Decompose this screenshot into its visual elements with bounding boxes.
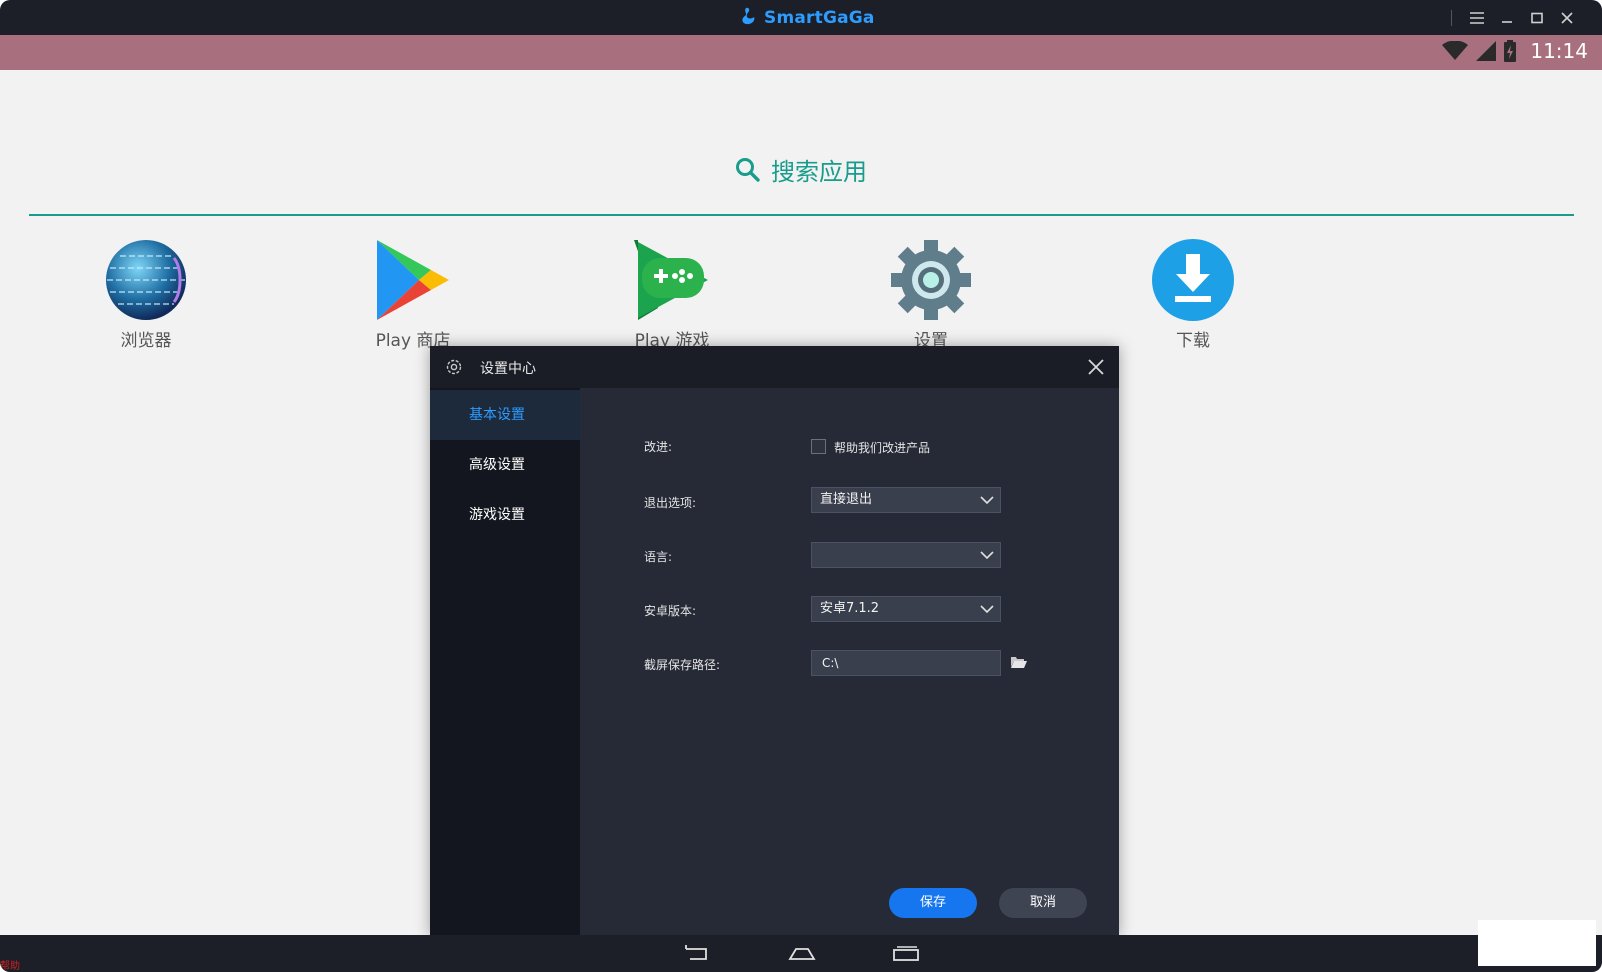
brand-name: SmartGaGa <box>764 8 875 28</box>
home-icon <box>788 948 816 960</box>
minimize-icon <box>1502 20 1512 23</box>
app-label: 下载 <box>1176 331 1210 351</box>
browse-folder-button[interactable] <box>1010 654 1028 673</box>
close-icon <box>1088 359 1104 375</box>
app-downloads[interactable]: 下载 <box>1118 238 1268 351</box>
language-label: 语言: <box>644 550 673 564</box>
maximize-button[interactable] <box>1522 0 1552 35</box>
app-settings[interactable]: 设置 <box>856 238 1006 351</box>
clock: 11:14 <box>1530 39 1588 63</box>
cancel-button[interactable]: 取消 <box>999 888 1087 918</box>
search-label: 搜索应用 <box>771 158 867 186</box>
settings-sidebar: 基本设置 高级设置 游戏设置 <box>430 388 580 936</box>
back-icon <box>685 945 707 960</box>
save-button[interactable]: 保存 <box>889 888 977 918</box>
minimize-button[interactable] <box>1492 0 1522 35</box>
android-version-select[interactable]: 安卓7.1.2 <box>811 596 1001 622</box>
corner-text: 帮助 <box>0 961 20 972</box>
swan-logo-icon <box>740 6 758 30</box>
chevron-down-icon <box>980 496 994 505</box>
improve-checkbox[interactable] <box>811 439 826 454</box>
search-apps[interactable]: 搜索应用 <box>735 152 867 187</box>
emulator-window: SmartGaGa 11:14 搜索应用 浏览器 Play 商店 Play 游戏… <box>0 0 1602 972</box>
settings-gear-icon <box>446 359 462 375</box>
android-version-value: 安卓7.1.2 <box>820 601 880 616</box>
search-icon <box>736 157 760 182</box>
globe-icon <box>106 240 186 320</box>
chevron-down-icon <box>980 605 994 614</box>
recents-button[interactable] <box>892 943 920 967</box>
dialog-header: 设置中心 <box>430 346 1119 388</box>
close-icon <box>1561 11 1573 24</box>
exit-option-value: 直接退出 <box>820 492 873 507</box>
tab-advanced-settings[interactable]: 高级设置 <box>430 440 580 490</box>
tab-basic-settings[interactable]: 基本设置 <box>430 390 580 440</box>
signal-icon <box>1476 41 1497 61</box>
wifi-icon <box>1442 41 1469 60</box>
play-store-icon <box>377 240 449 320</box>
home-button[interactable] <box>788 943 816 967</box>
improve-checkbox-label[interactable]: 帮助我们改进产品 <box>834 439 930 456</box>
app-play-games[interactable]: Play 游戏 <box>597 238 747 351</box>
menu-icon <box>1470 11 1484 24</box>
android-nav-bar <box>0 935 1602 972</box>
maximize-icon <box>1531 12 1543 23</box>
settings-dialog: 设置中心 基本设置 高级设置 游戏设置 改进: 帮助我们改进产品 退出选项: 直… <box>430 346 1119 936</box>
improve-label: 改进: <box>644 440 673 454</box>
window-controls <box>1451 0 1582 35</box>
play-games-icon <box>634 240 708 320</box>
close-window-button[interactable] <box>1552 0 1582 35</box>
app-play-store[interactable]: Play 商店 <box>338 238 488 351</box>
overlay-panel <box>1478 920 1596 966</box>
dialog-title: 设置中心 <box>480 361 536 377</box>
brand: SmartGaGa <box>740 6 875 30</box>
android-status-bar: 11:14 <box>0 35 1602 70</box>
back-button[interactable] <box>684 943 712 967</box>
divider <box>1451 9 1452 26</box>
exit-option-label: 退出选项: <box>644 496 697 510</box>
search-underline <box>29 214 1574 216</box>
app-browser[interactable]: 浏览器 <box>71 238 221 351</box>
battery-icon <box>1504 40 1517 62</box>
gear-icon <box>891 240 971 320</box>
app-label: 浏览器 <box>120 331 172 351</box>
android-version-label: 安卓版本: <box>644 604 697 618</box>
status-icons: 11:14 <box>1442 39 1588 63</box>
language-select[interactable] <box>811 542 1001 568</box>
recents-icon <box>893 946 919 961</box>
menu-button[interactable] <box>1462 0 1492 35</box>
download-icon <box>1152 239 1234 321</box>
folder-open-icon <box>1011 657 1027 668</box>
tab-game-settings[interactable]: 游戏设置 <box>430 490 580 540</box>
dialog-close-button[interactable] <box>1085 356 1107 378</box>
title-bar: SmartGaGa <box>0 0 1602 35</box>
chevron-down-icon <box>980 551 994 560</box>
exit-option-select[interactable]: 直接退出 <box>811 487 1001 513</box>
screenshot-path-label: 截屏保存路径: <box>644 658 721 672</box>
screenshot-path-input[interactable]: C:\ <box>811 650 1001 676</box>
